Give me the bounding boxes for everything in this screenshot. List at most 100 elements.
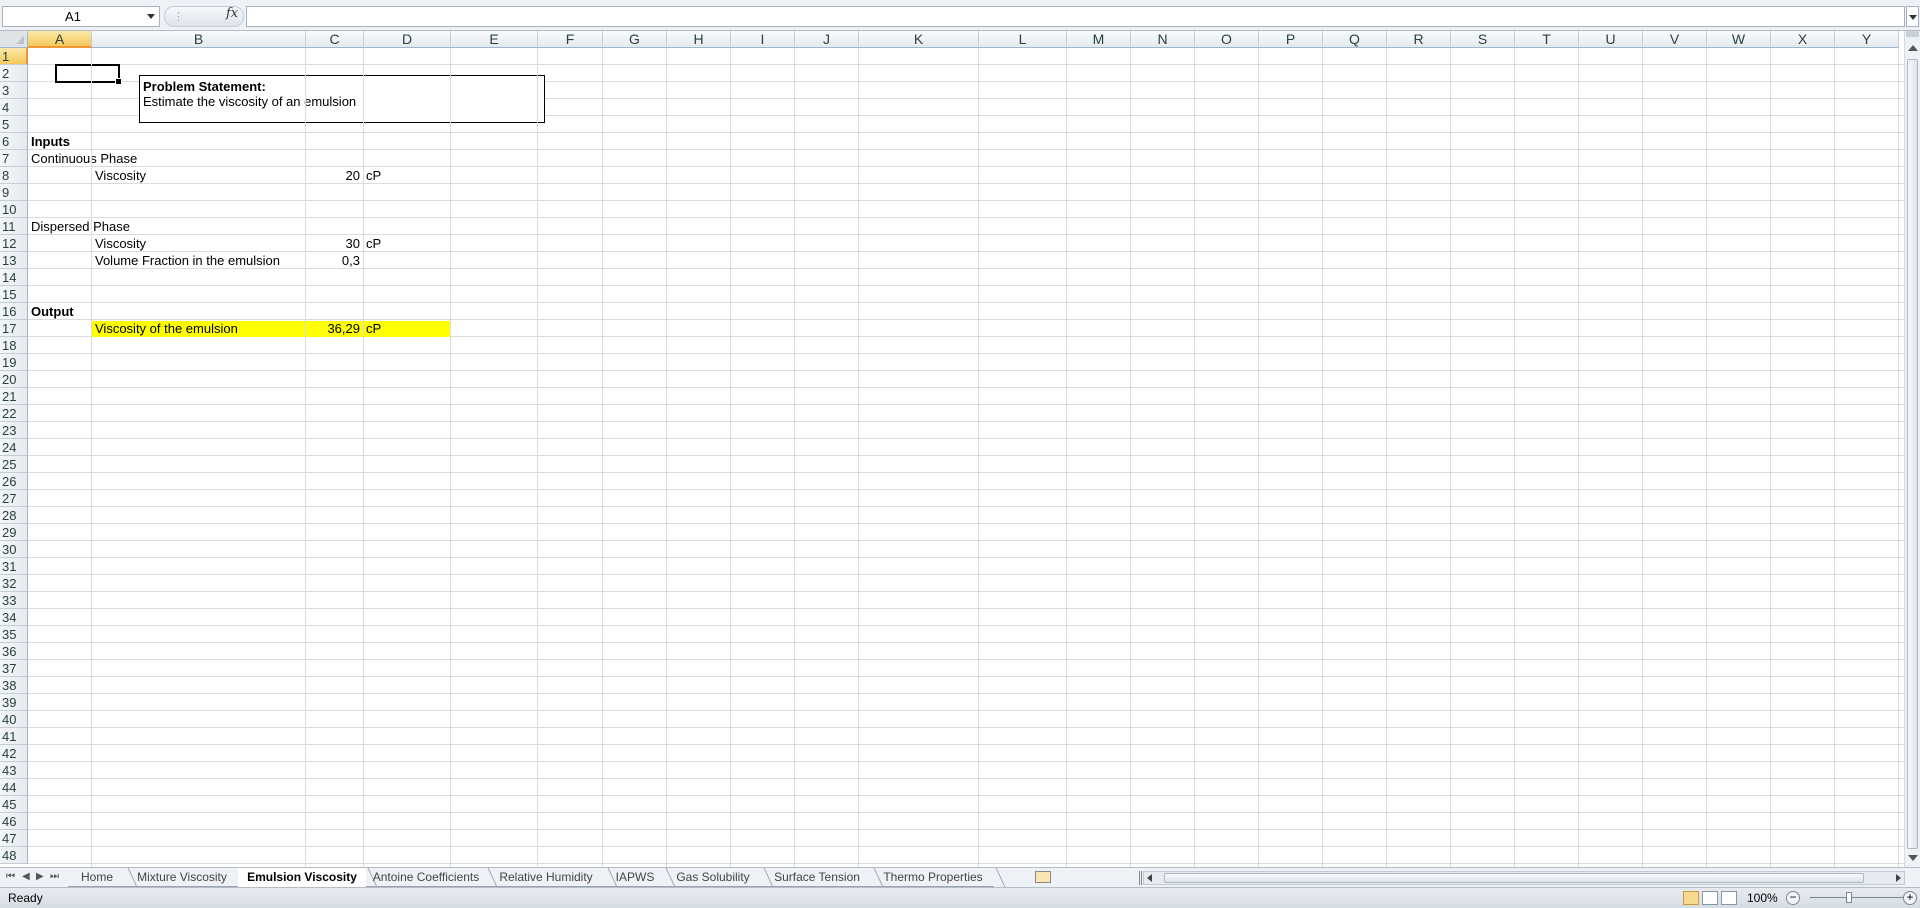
- horizontal-scrollbar[interactable]: [1143, 871, 1905, 885]
- row-header-35[interactable]: 35: [0, 626, 28, 643]
- row-header-31[interactable]: 31: [0, 558, 28, 575]
- column-header-N[interactable]: N: [1131, 31, 1195, 48]
- prev-sheet-icon[interactable]: ◀: [22, 871, 30, 882]
- sheet-tab-emulsion-viscosity[interactable]: Emulsion Viscosity: [238, 868, 366, 887]
- scroll-right-icon[interactable]: [1896, 874, 1901, 882]
- row-header-5[interactable]: 5: [0, 116, 28, 133]
- worksheet-grid[interactable]: ABCDEFGHIJKLMNOPQRSTUVWXY 1 2 3 4 5 6 7 8 9 10 11 1…: [0, 31, 1904, 867]
- row-header-40[interactable]: 40: [0, 711, 28, 728]
- column-header-V[interactable]: V: [1643, 31, 1707, 48]
- row-header-46[interactable]: 46: [0, 813, 28, 830]
- insert-sheet-icon[interactable]: [1035, 871, 1051, 883]
- sheet-tab-antoine-coefficients[interactable]: Antoine Coefficients: [366, 868, 486, 887]
- tab-split-handle[interactable]: [1139, 871, 1142, 885]
- column-header-U[interactable]: U: [1579, 31, 1643, 48]
- active-cell-A1[interactable]: [55, 64, 122, 85]
- normal-view-button[interactable]: [1683, 891, 1699, 905]
- row-header-27[interactable]: 27: [0, 490, 28, 507]
- row-header-39[interactable]: 39: [0, 694, 28, 711]
- vertical-scrollbar[interactable]: [1904, 31, 1920, 867]
- row-header-30[interactable]: 30: [0, 541, 28, 558]
- column-header-M[interactable]: M: [1067, 31, 1131, 48]
- row-header-38[interactable]: 38: [0, 677, 28, 694]
- row-header-3[interactable]: 3: [0, 82, 28, 99]
- cell-B13[interactable]: Volume Fraction in the emulsion: [92, 252, 283, 269]
- row-header-4[interactable]: 4: [0, 99, 28, 116]
- insert-function-icon[interactable]: fx: [226, 6, 238, 21]
- sheet-tab-relative-humidity[interactable]: Relative Humidity: [486, 868, 606, 887]
- sheet-tab-surface-tension[interactable]: Surface Tension: [762, 868, 872, 887]
- row-header-32[interactable]: 32: [0, 575, 28, 592]
- column-header-A[interactable]: A: [28, 31, 92, 48]
- cell-B12[interactable]: Viscosity: [92, 235, 149, 252]
- page-break-preview-button[interactable]: [1721, 891, 1737, 905]
- row-header-1[interactable]: 1: [0, 48, 28, 65]
- cell-C17[interactable]: 36,29: [305, 320, 363, 337]
- row-header-15[interactable]: 15: [0, 286, 28, 303]
- scroll-up-icon[interactable]: [1908, 45, 1918, 51]
- row-header-43[interactable]: 43: [0, 762, 28, 779]
- column-header-R[interactable]: R: [1387, 31, 1451, 48]
- row-header-19[interactable]: 19: [0, 354, 28, 371]
- row-header-7[interactable]: 7: [0, 150, 28, 167]
- scroll-left-icon[interactable]: [1147, 874, 1152, 882]
- row-header-29[interactable]: 29: [0, 524, 28, 541]
- row-header-45[interactable]: 45: [0, 796, 28, 813]
- row-header-22[interactable]: 22: [0, 405, 28, 422]
- column-header-X[interactable]: X: [1771, 31, 1835, 48]
- cell-A11[interactable]: Dispersed Phase: [28, 218, 133, 235]
- cell-D17[interactable]: cP: [363, 320, 384, 337]
- column-header-D[interactable]: D: [364, 31, 451, 48]
- scroll-down-icon[interactable]: [1908, 855, 1918, 861]
- row-header-25[interactable]: 25: [0, 456, 28, 473]
- column-header-P[interactable]: P: [1259, 31, 1323, 48]
- cell-A6[interactable]: Inputs: [28, 133, 73, 150]
- first-sheet-icon[interactable]: ⏮: [6, 871, 15, 882]
- column-header-H[interactable]: H: [667, 31, 731, 48]
- row-header-10[interactable]: 10: [0, 201, 28, 218]
- row-header-20[interactable]: 20: [0, 371, 28, 388]
- row-header-23[interactable]: 23: [0, 422, 28, 439]
- row-header-26[interactable]: 26: [0, 473, 28, 490]
- row-header-17[interactable]: 17: [0, 320, 28, 337]
- column-header-I[interactable]: I: [731, 31, 795, 48]
- row-header-6[interactable]: 6: [0, 133, 28, 150]
- cell-A7[interactable]: Continuous Phase: [28, 150, 140, 167]
- cell-A16[interactable]: Output: [28, 303, 77, 320]
- sheet-tab-iapws[interactable]: IAPWS: [606, 868, 664, 887]
- vertical-scroll-thumb[interactable]: [1907, 59, 1918, 849]
- column-header-E[interactable]: E: [451, 31, 538, 48]
- row-header-18[interactable]: 18: [0, 337, 28, 354]
- expand-formula-bar-button[interactable]: [1906, 6, 1919, 27]
- split-handle[interactable]: [1906, 31, 1919, 37]
- sheet-tab-gas-solubility[interactable]: Gas Solubility: [664, 868, 762, 887]
- sheet-tab-mixture-viscosity[interactable]: Mixture Viscosity: [126, 868, 238, 887]
- horizontal-scroll-thumb[interactable]: [1164, 873, 1864, 883]
- zoom-in-button[interactable]: +: [1903, 891, 1917, 905]
- row-header-8[interactable]: 8: [0, 167, 28, 184]
- column-header-F[interactable]: F: [538, 31, 603, 48]
- cell-B8[interactable]: Viscosity: [92, 167, 149, 184]
- zoom-level[interactable]: 100%: [1747, 891, 1778, 905]
- row-header-42[interactable]: 42: [0, 745, 28, 762]
- row-header-44[interactable]: 44: [0, 779, 28, 796]
- cell-B17[interactable]: Viscosity of the emulsion: [92, 320, 241, 337]
- column-header-L[interactable]: L: [979, 31, 1067, 48]
- zoom-slider-thumb[interactable]: [1846, 892, 1852, 903]
- cell-D12[interactable]: cP: [363, 235, 384, 252]
- chevron-down-icon[interactable]: [147, 14, 155, 19]
- cell-area[interactable]: Inputs Continuous Phase Viscosity 20 cP …: [28, 48, 1904, 867]
- row-header-16[interactable]: 16: [0, 303, 28, 320]
- row-header-37[interactable]: 37: [0, 660, 28, 677]
- sheet-tab-thermo-properties[interactable]: Thermo Properties: [872, 868, 994, 887]
- row-header-41[interactable]: 41: [0, 728, 28, 745]
- column-header-Q[interactable]: Q: [1323, 31, 1387, 48]
- zoom-out-button[interactable]: −: [1786, 891, 1800, 905]
- cell-C12[interactable]: 30: [305, 235, 363, 252]
- last-sheet-icon[interactable]: ⏭: [50, 871, 59, 882]
- cell-D8[interactable]: cP: [363, 167, 384, 184]
- row-header-47[interactable]: 47: [0, 830, 28, 847]
- page-layout-view-button[interactable]: [1702, 891, 1718, 905]
- sheet-tab-home[interactable]: Home: [68, 868, 126, 887]
- row-header-24[interactable]: 24: [0, 439, 28, 456]
